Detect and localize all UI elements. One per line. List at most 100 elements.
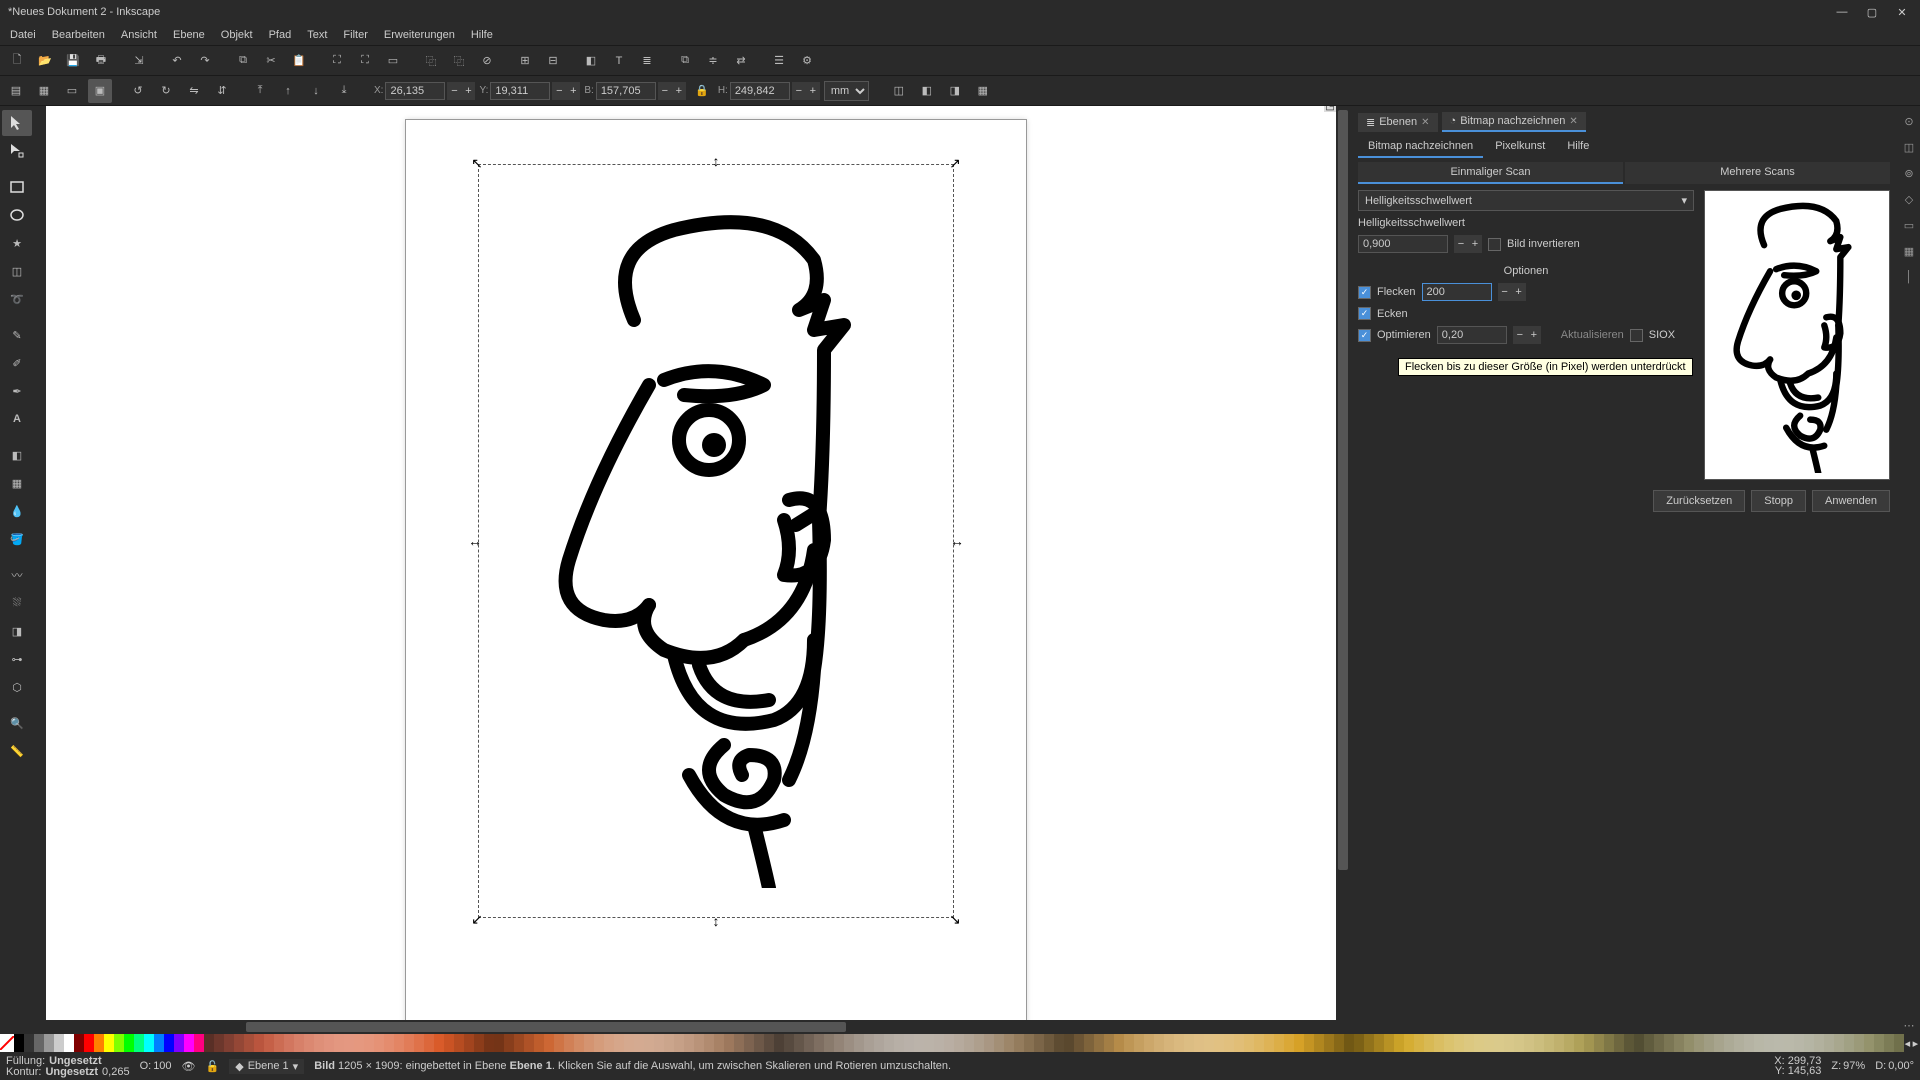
swatch[interactable] — [1014, 1034, 1024, 1052]
swatch[interactable] — [444, 1034, 454, 1052]
swatch[interactable] — [744, 1034, 754, 1052]
save-icon[interactable]: 💾 — [60, 48, 86, 74]
swatch[interactable] — [1694, 1034, 1704, 1052]
swatch[interactable] — [414, 1034, 424, 1052]
corners-checkbox[interactable]: ✓ — [1358, 307, 1371, 320]
reset-button[interactable]: Zurücksetzen — [1653, 490, 1745, 512]
siox-checkbox[interactable] — [1630, 329, 1643, 342]
bezier-tool-icon[interactable]: ✐ — [2, 350, 32, 376]
swatch[interactable] — [214, 1034, 224, 1052]
lower-icon[interactable]: ↓ — [304, 79, 328, 103]
w-input[interactable] — [596, 82, 656, 100]
swatch[interactable] — [634, 1034, 644, 1052]
swatch[interactable] — [1544, 1034, 1554, 1052]
swatch[interactable] — [544, 1034, 554, 1052]
x-input[interactable] — [385, 82, 445, 100]
swatch[interactable] — [1404, 1034, 1414, 1052]
snap-grid-icon[interactable]: ▦ — [1900, 242, 1918, 260]
stop-button[interactable]: Stopp — [1751, 490, 1806, 512]
swatch[interactable] — [1804, 1034, 1814, 1052]
paintbucket-tool-icon[interactable]: 🪣 — [2, 526, 32, 552]
swatch[interactable] — [274, 1034, 284, 1052]
swatch[interactable] — [1574, 1034, 1584, 1052]
update-label[interactable]: Aktualisieren — [1561, 329, 1624, 341]
swatch[interactable] — [774, 1034, 784, 1052]
scanmode-single[interactable]: Einmaliger Scan — [1358, 162, 1623, 184]
swatch[interactable] — [874, 1034, 884, 1052]
swatch[interactable] — [904, 1034, 914, 1052]
ungroup-icon[interactable]: ⊟ — [540, 48, 566, 74]
swatch[interactable] — [84, 1034, 94, 1052]
swatch[interactable] — [1824, 1034, 1834, 1052]
connector-tool-icon[interactable]: ⊶ — [2, 646, 32, 672]
swatch[interactable] — [1754, 1034, 1764, 1052]
stroke-value[interactable]: Ungesetzt — [45, 1067, 98, 1077]
swatch[interactable] — [1114, 1034, 1124, 1052]
dock-tab-layers[interactable]: ≣ Ebenen ✕ — [1358, 113, 1438, 132]
swatch[interactable] — [894, 1034, 904, 1052]
swatch[interactable] — [1224, 1034, 1234, 1052]
toggle-bbox-icon[interactable]: ▣ — [88, 79, 112, 103]
layers-dialog-icon[interactable]: ≣ — [634, 48, 660, 74]
group-icon[interactable]: ⊞ — [512, 48, 538, 74]
spray-tool-icon[interactable]: ⛆ — [2, 590, 32, 616]
swatch[interactable] — [964, 1034, 974, 1052]
swatch[interactable] — [1814, 1034, 1824, 1052]
duplicate-icon[interactable]: ⿻ — [418, 48, 444, 74]
speckles-checkbox[interactable]: ✓ — [1358, 286, 1371, 299]
swatch[interactable] — [1884, 1034, 1894, 1052]
swatch[interactable] — [1204, 1034, 1214, 1052]
swatch[interactable] — [1584, 1034, 1594, 1052]
swatch[interactable] — [154, 1034, 164, 1052]
swatch[interactable] — [1684, 1034, 1694, 1052]
swatch[interactable] — [984, 1034, 994, 1052]
swatch[interactable] — [1284, 1034, 1294, 1052]
thresh-inc[interactable]: + — [1468, 235, 1482, 253]
swatch[interactable] — [754, 1034, 764, 1052]
flip-h-icon[interactable]: ⇋ — [182, 79, 206, 103]
snap-guide-icon[interactable]: │ — [1900, 268, 1918, 286]
close-button[interactable]: ✕ — [1888, 2, 1916, 22]
swatch[interactable] — [664, 1034, 674, 1052]
swatch[interactable] — [944, 1034, 954, 1052]
swatch[interactable] — [804, 1034, 814, 1052]
swatch[interactable] — [1164, 1034, 1174, 1052]
minimize-button[interactable]: — — [1828, 2, 1856, 22]
print-icon[interactable]: 🖶 — [88, 48, 114, 74]
swatch[interactable] — [484, 1034, 494, 1052]
import-icon[interactable]: ⇲ — [126, 48, 152, 74]
swatch[interactable] — [694, 1034, 704, 1052]
swatch[interactable] — [614, 1034, 624, 1052]
swatch[interactable] — [454, 1034, 464, 1052]
raise-top-icon[interactable]: ⤒ — [248, 79, 272, 103]
swatch[interactable] — [1844, 1034, 1854, 1052]
menu-objekt[interactable]: Objekt — [213, 24, 261, 45]
snap-more-icon[interactable]: ⋯ — [1900, 1016, 1918, 1034]
selector-tool-icon[interactable] — [2, 110, 32, 136]
subtab-trace[interactable]: Bitmap nachzeichnen — [1358, 136, 1483, 158]
eraser-tool-icon[interactable]: ◨ — [2, 618, 32, 644]
snap-bbox-icon[interactable]: ◫ — [1900, 138, 1918, 156]
swatch[interactable] — [1414, 1034, 1424, 1052]
swatch[interactable] — [374, 1034, 384, 1052]
x-dec[interactable]: − — [447, 82, 461, 100]
swatch[interactable] — [174, 1034, 184, 1052]
opt-inc[interactable]: + — [1527, 326, 1541, 344]
swatch[interactable] — [794, 1034, 804, 1052]
swatch[interactable] — [834, 1034, 844, 1052]
swatch[interactable] — [994, 1034, 1004, 1052]
swatch[interactable] — [1664, 1034, 1674, 1052]
lpe-tool-icon[interactable]: ⬡ — [2, 674, 32, 700]
layer-selector[interactable]: ◆Ebene 1▾ — [229, 1059, 304, 1074]
swatch[interactable] — [234, 1034, 244, 1052]
subtab-help[interactable]: Hilfe — [1557, 136, 1599, 158]
swatch[interactable] — [1484, 1034, 1494, 1052]
fill-value[interactable]: Ungesetzt — [49, 1056, 102, 1066]
swatch[interactable] — [1854, 1034, 1864, 1052]
swatch[interactable] — [1104, 1034, 1114, 1052]
swatch[interactable] — [1304, 1034, 1314, 1052]
swatch[interactable] — [1624, 1034, 1634, 1052]
swatch[interactable] — [124, 1034, 134, 1052]
swatch[interactable] — [264, 1034, 274, 1052]
spiral-tool-icon[interactable]: ➰ — [2, 286, 32, 312]
